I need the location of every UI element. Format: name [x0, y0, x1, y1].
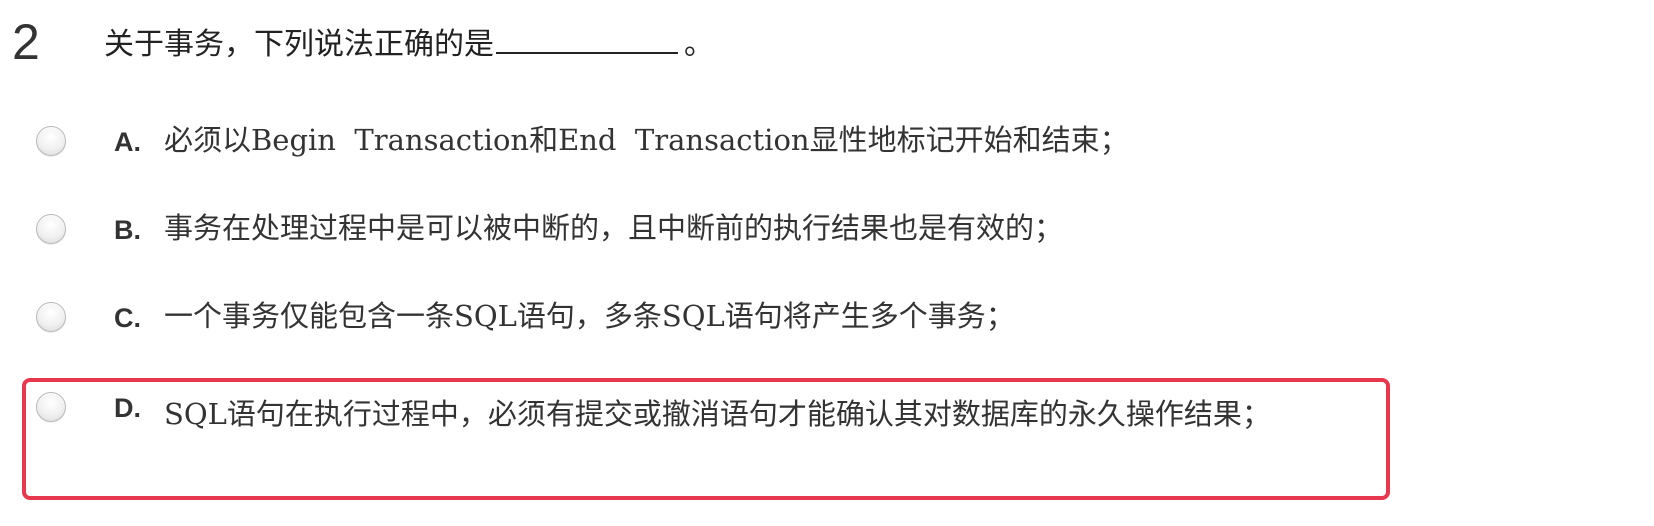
option-d[interactable]: D. SQL语句在执行过程中，必须有提交或撤消语句才能确认其对数据库的永久操作结…	[22, 378, 1390, 500]
option-c-radio[interactable]	[36, 302, 66, 332]
question-stem-text: 关于事务，下列说法正确的是	[104, 27, 494, 62]
option-a-radio[interactable]	[36, 126, 66, 156]
question-stem-end: 。	[684, 27, 714, 62]
option-a-letter: A.	[114, 127, 141, 157]
option-b-letter: B.	[114, 215, 141, 245]
option-c-letter: C.	[114, 303, 141, 333]
option-b-radio[interactable]	[36, 214, 66, 244]
option-a-text: 必须以Begin Transaction和End Transaction显性地标…	[164, 123, 1129, 157]
option-d-text: SQL语句在执行过程中，必须有提交或撤消语句才能确认其对数据库的永久操作结果；	[164, 397, 1271, 431]
question-number: 2	[12, 14, 40, 70]
option-c-text: 一个事务仅能包含一条SQL语句，多条SQL语句将产生多个事务；	[164, 299, 1015, 333]
option-b-text: 事务在处理过程中是可以被中断的，且中断前的执行结果也是有效的；	[164, 211, 1064, 245]
answer-blank	[496, 22, 678, 54]
question-stem: 关于事务，下列说法正确的是 。	[104, 22, 714, 65]
option-d-radio[interactable]	[36, 392, 66, 422]
option-d-letter: D.	[114, 393, 141, 423]
